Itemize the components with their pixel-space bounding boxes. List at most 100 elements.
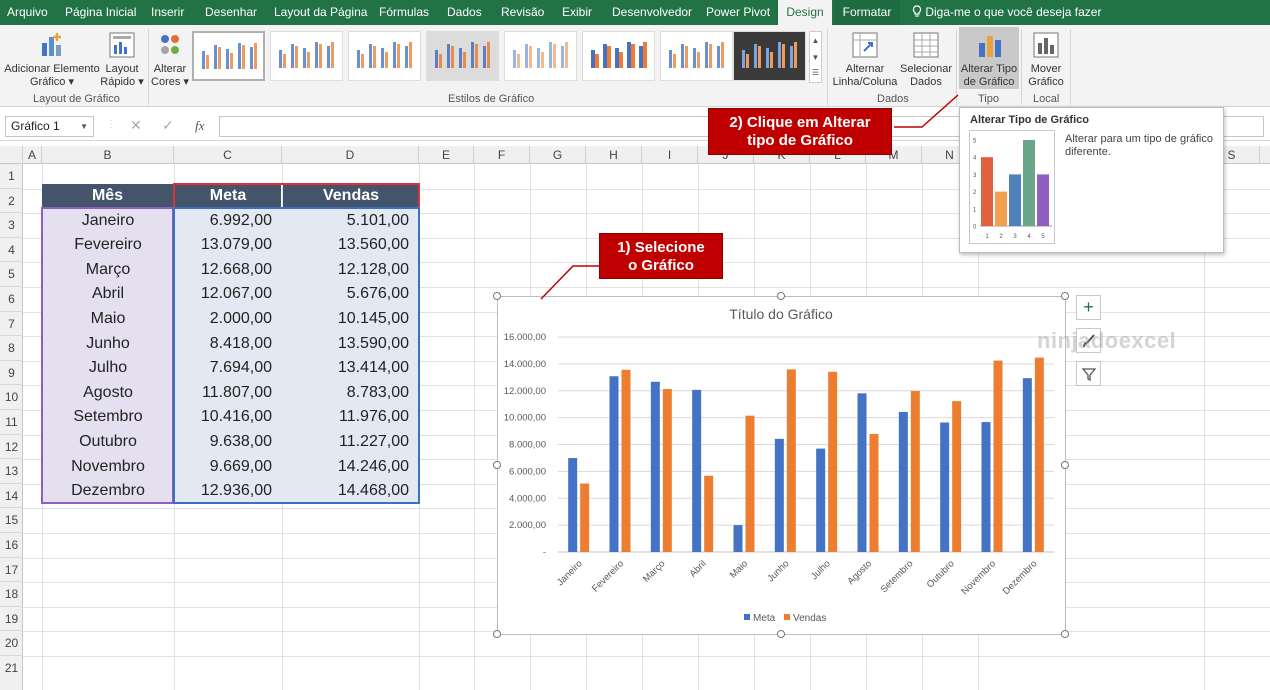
column-header-E[interactable]: E (419, 146, 474, 164)
legend-label-vendas: Vendas (793, 613, 826, 624)
row-header[interactable]: 4 (0, 238, 23, 263)
row-header[interactable]: 20 (0, 631, 23, 656)
tab-power-pivot[interactable]: Power Pivot (706, 0, 770, 25)
palette-icon (161, 35, 179, 54)
chart-style-preview (513, 42, 568, 68)
tab-pagina-inicial[interactable]: Página Inicial (65, 0, 136, 25)
row-header[interactable]: 1 (0, 164, 23, 189)
row-header[interactable]: 6 (0, 287, 23, 312)
tab-inserir[interactable]: Inserir (151, 0, 184, 25)
tab-layout-da-pagina[interactable]: Layout da Página (274, 0, 367, 25)
row-header[interactable]: 15 (0, 508, 23, 533)
watermark: ninjadoexcel (1037, 328, 1177, 353)
chart-style-5[interactable] (504, 31, 577, 81)
tab-desenvolvedor[interactable]: Desenvolvedor (612, 0, 692, 25)
row-header[interactable]: 17 (0, 558, 23, 583)
move-chart-button[interactable]: Mover Gráfico (1024, 31, 1068, 89)
header-mes[interactable]: Mês (42, 184, 173, 209)
add-chart-element-button[interactable]: Adicionar Elemento Gráfico ▾ (3, 31, 101, 89)
tab-arquivo[interactable]: Arquivo (7, 0, 48, 25)
name-box[interactable]: Gráfico 1 ▼ (5, 116, 94, 137)
tab-design[interactable]: Design (778, 0, 832, 25)
row-header[interactable]: 3 (0, 213, 23, 238)
bar-vendas-outubro (952, 401, 962, 552)
column-header-G[interactable]: G (530, 146, 586, 164)
filter-icon (1081, 368, 1096, 382)
row-header[interactable]: 9 (0, 361, 23, 386)
chart-style-preview (357, 42, 412, 68)
move-chart-label-2: Gráfico (1028, 76, 1064, 88)
row-header[interactable]: 7 (0, 312, 23, 337)
row-header[interactable]: 10 (0, 385, 23, 410)
resize-handle[interactable] (493, 461, 501, 469)
resize-handle[interactable] (493, 630, 501, 638)
insert-function-icon[interactable]: fx (195, 118, 204, 134)
scroll-down-icon[interactable]: ▼ (810, 49, 821, 66)
plus-icon: + (1083, 297, 1094, 317)
row-header[interactable]: 16 (0, 533, 23, 558)
change-colors-label-2: Cores ▾ (151, 76, 189, 88)
gallery-more-icon[interactable]: ☰ (810, 66, 821, 80)
row-header[interactable]: 13 (0, 459, 23, 484)
chart-style-4[interactable] (426, 31, 499, 81)
row-header[interactable]: 11 (0, 410, 23, 435)
resize-handle[interactable] (1061, 292, 1069, 300)
chart-style-3[interactable] (348, 31, 421, 81)
callout-step-2-line-2: tipo de Gráfico (747, 132, 853, 149)
y-tick-label: 8.000,00 (509, 440, 546, 451)
chart-object[interactable]: Título do Gráfico - 2.000,00 4.000,00 6.000,… (497, 296, 1066, 635)
x-tick-label: Dezembro (1001, 558, 1040, 597)
bar-vendas-novembro (993, 360, 1003, 552)
resize-handle[interactable] (777, 630, 785, 638)
row-header[interactable]: 5 (0, 262, 23, 287)
chart-filters-button[interactable] (1076, 361, 1101, 386)
column-header-F[interactable]: F (474, 146, 530, 164)
chart-elements-button[interactable]: + (1076, 295, 1101, 320)
scroll-up-icon[interactable]: ▲ (810, 32, 821, 49)
resize-handle[interactable] (1061, 461, 1069, 469)
chart-style-1[interactable] (192, 31, 265, 81)
name-box-dropdown-icon[interactable]: ▼ (80, 117, 88, 136)
column-header-D[interactable]: D (282, 146, 419, 164)
column-header-B[interactable]: B (42, 146, 174, 164)
row-header[interactable]: 21 (0, 656, 23, 681)
row-header[interactable]: 2 (0, 189, 23, 214)
tab-formatar[interactable]: Formatar (834, 0, 900, 25)
select-all-corner[interactable] (0, 146, 23, 164)
quick-layout-button[interactable]: Layout Rápido ▾ (100, 31, 144, 89)
tab-revisao[interactable]: Revisão (501, 0, 544, 25)
column-header-H[interactable]: H (586, 146, 642, 164)
tab-formulas[interactable]: Fórmulas (379, 0, 429, 25)
select-data-button[interactable]: Selecionar Dados (898, 31, 954, 89)
column-header-A[interactable]: A (23, 146, 42, 164)
row-header[interactable]: 12 (0, 435, 23, 460)
chart-style-8[interactable] (733, 31, 806, 81)
change-colors-button[interactable]: Alterar Cores ▾ (150, 31, 190, 89)
quick-layout-label-1: Layout (105, 63, 139, 75)
chart-style-6[interactable] (582, 31, 655, 81)
chart-style-2[interactable] (270, 31, 343, 81)
chart-style-7[interactable] (660, 31, 733, 81)
row-header[interactable]: 14 (0, 484, 23, 509)
tab-exibir[interactable]: Exibir (562, 0, 592, 25)
change-chart-type-button[interactable]: Alterar Tipo de Gráfico (959, 27, 1019, 89)
column-header-I[interactable]: I (642, 146, 698, 164)
resize-handle[interactable] (493, 292, 501, 300)
callout-step-1-line-2: o Gráfico (628, 257, 694, 274)
tell-me-box[interactable]: Diga-me o que você deseja fazer (912, 0, 1101, 25)
group-separator (956, 29, 957, 105)
enter-icon[interactable]: ✓ (162, 117, 174, 134)
gallery-scroll[interactable]: ▲ ▼ ☰ (809, 31, 822, 83)
resize-handle[interactable] (777, 292, 785, 300)
resize-handle[interactable] (1061, 630, 1069, 638)
bar-meta-junho (774, 438, 784, 552)
row-header[interactable]: 18 (0, 582, 23, 607)
tab-desenhar[interactable]: Desenhar (205, 0, 257, 25)
column-header-C[interactable]: C (174, 146, 282, 164)
row-header[interactable]: 19 (0, 607, 23, 632)
row-header[interactable]: 8 (0, 336, 23, 361)
cancel-icon[interactable]: ✕ (130, 117, 142, 134)
tab-dados[interactable]: Dados (447, 0, 482, 25)
column-chart[interactable]: Título do Gráfico - 2.000,00 4.000,00 6.000,… (498, 297, 1065, 634)
switch-row-column-button[interactable]: Alternar Linha/Coluna (832, 31, 898, 89)
